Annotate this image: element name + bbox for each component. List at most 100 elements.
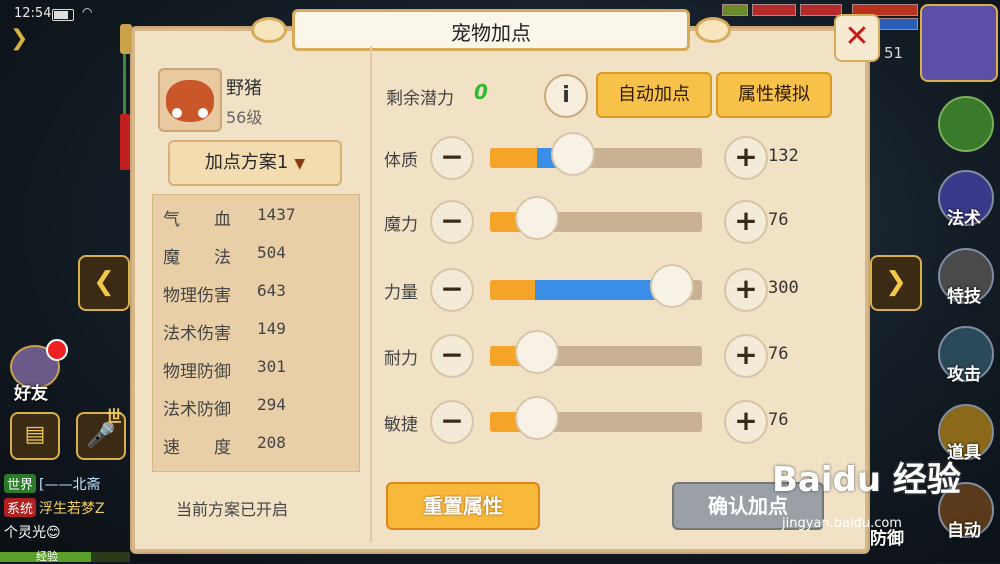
chat-text: [——北斋: [39, 477, 101, 493]
stats-box: 气 血 1437 魔 法 504 物理伤害 643 法术伤害 149 物理防御 301 法…: [152, 194, 360, 472]
stat-value: 208: [257, 433, 286, 452]
skill-icon: [938, 96, 994, 152]
stat-row: 物理伤害 643: [163, 281, 353, 311]
chat-channel-tag: 系统: [4, 498, 37, 517]
player-portrait[interactable]: [920, 4, 998, 82]
reset-attributes-button[interactable]: 重置属性: [386, 482, 540, 530]
chat-line: 系统 浮生若梦Z: [4, 498, 130, 518]
tassel-decoration: [118, 54, 132, 174]
potential-label: 剩余潜力: [386, 89, 454, 109]
stat-row: 气 血 1437: [163, 205, 353, 235]
clock: 12:54: [14, 6, 52, 21]
potential-value: 0: [474, 80, 488, 104]
chat-channel-tag: 世界: [4, 474, 37, 493]
watermark-url: jingyan.baidu.com: [782, 516, 902, 531]
attribute-name: 耐力: [384, 349, 418, 369]
cloud-decoration: [695, 17, 731, 43]
friend-label: 好友: [14, 384, 48, 404]
attribute-name: 力量: [384, 283, 418, 303]
baidu-watermark: Baidu 经验 jingyan.baidu.com: [772, 452, 972, 542]
attribute-value: 300: [768, 278, 799, 298]
increase-button[interactable]: +: [724, 400, 768, 444]
attribute-row-strength: 力量 − + 300: [384, 264, 854, 312]
special-skill-label: 特技: [947, 287, 981, 307]
friend-button[interactable]: 好友: [6, 339, 68, 404]
channel-tag: 世: [106, 407, 123, 426]
stat-row: 物理防御 301: [163, 357, 353, 387]
spell-button[interactable]: 法术: [934, 170, 994, 232]
decrease-button[interactable]: −: [430, 200, 474, 244]
increase-button[interactable]: +: [724, 200, 768, 244]
chat-text: 浮生若梦Z: [39, 501, 105, 517]
prev-pet-button[interactable]: ❮: [78, 255, 130, 311]
stat-value: 643: [257, 281, 286, 300]
slider-knob[interactable]: [514, 330, 559, 374]
buff-icon: [722, 4, 748, 16]
slider-knob[interactable]: [650, 264, 695, 308]
stat-label: 魔 法: [163, 248, 231, 268]
info-icon: i: [562, 83, 570, 108]
attribute-row-constitution: 体质 − + 132: [384, 132, 854, 180]
info-button[interactable]: i: [544, 74, 588, 118]
column-divider: [370, 46, 372, 542]
pet-level: 56级: [226, 108, 263, 127]
stat-value: 294: [257, 395, 286, 414]
increase-button[interactable]: +: [724, 334, 768, 378]
attribute-name: 魔力: [384, 215, 418, 235]
plan-dropdown[interactable]: 加点方案1 ▼: [168, 140, 342, 186]
pet-name: 野猪: [226, 78, 262, 99]
close-icon: ✕: [844, 19, 870, 54]
decrease-button[interactable]: −: [430, 268, 474, 312]
chat-text: 个灵光😊: [4, 525, 61, 541]
next-pet-button[interactable]: ❯: [870, 255, 922, 311]
hp-bar: [800, 4, 842, 16]
title-banner: 宠物加点: [251, 9, 731, 51]
hp-bar: [752, 4, 796, 16]
stat-label: 法术伤害: [163, 324, 231, 344]
slider-knob[interactable]: [550, 132, 595, 176]
level-badge: 51: [884, 44, 904, 62]
pet-avatar: [158, 68, 222, 132]
simulate-attributes-button[interactable]: 属性模拟: [716, 72, 832, 118]
slider-knob[interactable]: [514, 396, 559, 440]
decrease-button[interactable]: −: [430, 334, 474, 378]
cloud-decoration: [251, 17, 287, 43]
watermark-logo: Baidu 经验: [772, 460, 961, 500]
chat-line: 世界 [——北斋: [4, 474, 130, 494]
slider-knob[interactable]: [514, 196, 559, 240]
stat-label: 法术防御: [163, 400, 231, 420]
increase-button[interactable]: +: [724, 268, 768, 312]
exp-bar: 经验: [0, 550, 130, 563]
stat-label: 气 血: [163, 210, 231, 230]
base-fill: [490, 148, 537, 168]
attack-button[interactable]: 攻击: [934, 326, 994, 388]
attribute-value: 132: [768, 146, 799, 166]
stat-row: 法术伤害 149: [163, 319, 353, 349]
attribute-value: 76: [768, 210, 789, 230]
close-button[interactable]: ✕: [834, 14, 880, 62]
auto-allocate-button[interactable]: 自动加点: [596, 72, 712, 118]
chat-icon[interactable]: ▤: [10, 412, 60, 460]
stat-value: 149: [257, 319, 286, 338]
battery-icon: [52, 9, 74, 21]
stat-row: 魔 法 504: [163, 243, 353, 273]
chat-line: 个灵光😊: [4, 522, 130, 542]
decrease-button[interactable]: −: [430, 136, 474, 180]
stat-row: 速 度 208: [163, 433, 353, 463]
attribute-value: 76: [768, 344, 789, 364]
stat-label: 物理伤害: [163, 286, 231, 306]
skill-button-green[interactable]: [934, 96, 994, 158]
attribute-slider-track[interactable]: [490, 148, 702, 168]
special-skill-button[interactable]: 特技: [934, 248, 994, 310]
back-icon[interactable]: ❯: [10, 26, 42, 56]
increase-button[interactable]: +: [724, 136, 768, 180]
attribute-name: 敏捷: [384, 415, 418, 435]
attribute-value: 76: [768, 410, 789, 430]
base-fill: [490, 280, 535, 300]
attribute-row-endurance: 耐力 − + 76: [384, 330, 854, 378]
stat-label: 速 度: [163, 438, 231, 458]
plan-dropdown-label: 加点方案1: [204, 152, 289, 173]
decrease-button[interactable]: −: [430, 400, 474, 444]
chevron-down-icon: ▼: [294, 156, 306, 172]
boar-tusk: [172, 108, 182, 118]
